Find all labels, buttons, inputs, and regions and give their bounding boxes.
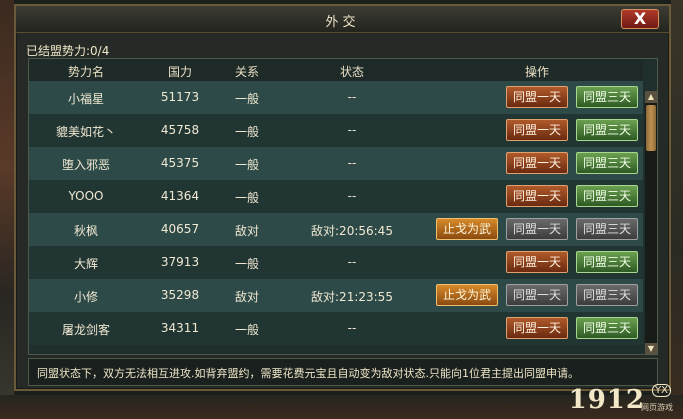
- faction-power: 37913: [160, 255, 200, 269]
- header-power: 国力: [167, 65, 192, 79]
- table-row: 小福星 51173 一般 -- 同盟一天 同盟三天: [29, 81, 643, 114]
- close-button[interactable]: X: [621, 9, 659, 29]
- faction-relation: 敌对: [234, 224, 259, 238]
- faction-status: --: [347, 123, 357, 137]
- table-row: 屠龙剑客 34311 一般 -- 同盟一天 同盟三天: [29, 312, 643, 345]
- faction-name: 大辉: [73, 257, 98, 271]
- table-row: 小修 35298 敌对 敌对:21:23:55 止戈为武 同盟一天 同盟三天: [29, 279, 643, 312]
- table-row: 貔美如花丶 45758 一般 -- 同盟一天 同盟三天: [29, 114, 643, 147]
- faction-status: --: [347, 156, 357, 170]
- faction-relation: 一般: [234, 191, 259, 205]
- ally-three-day-button[interactable]: 同盟三天: [576, 317, 638, 339]
- faction-status: --: [347, 255, 357, 269]
- diplomacy-table: 势力名 国力 关系 状态 操作 小福星 51173 一般 -- 同盟一天 同盟三天 貔美如花…: [28, 58, 658, 355]
- ally-three-day-button[interactable]: 同盟三天: [576, 86, 638, 108]
- faction-power: 34311: [160, 321, 200, 335]
- ally-one-day-button[interactable]: 同盟一天: [506, 86, 568, 108]
- header-relation: 关系: [234, 65, 259, 79]
- faction-power: 51173: [160, 90, 200, 104]
- faction-status: --: [347, 189, 357, 203]
- faction-relation: 敌对: [234, 290, 259, 304]
- faction-status: 敌对:21:23:55: [311, 290, 393, 304]
- faction-name: 貔美如花丶: [55, 125, 116, 139]
- scrollbar-thumb[interactable]: [646, 105, 656, 151]
- ally-three-day-button[interactable]: 同盟三天: [576, 284, 638, 306]
- table-row: 秋枫 40657 敌对 敌对:20:56:45 止戈为武 同盟一天 同盟三天: [29, 213, 643, 246]
- faction-power: 41364: [160, 189, 200, 203]
- logo-subtitle: 网页游戏: [641, 403, 673, 412]
- alliance-count: 已结盟势力:0/4: [26, 44, 110, 58]
- faction-relation: 一般: [234, 125, 259, 139]
- faction-status: --: [347, 90, 357, 104]
- background-left: [0, 0, 14, 419]
- header-faction: 势力名: [67, 65, 104, 79]
- stop-war-button[interactable]: 止戈为武: [436, 284, 498, 306]
- ally-three-day-button[interactable]: 同盟三天: [576, 251, 638, 273]
- faction-name: 秋枫: [73, 224, 98, 238]
- faction-relation: 一般: [234, 92, 259, 106]
- ally-three-day-button[interactable]: 同盟三天: [576, 185, 638, 207]
- ally-one-day-button[interactable]: 同盟一天: [506, 284, 568, 306]
- window-title: 外交: [325, 15, 360, 30]
- faction-power: 35298: [160, 288, 200, 302]
- site-logo: 1912: [568, 385, 645, 415]
- table-header: 势力名 国力 关系 状态 操作: [29, 59, 643, 81]
- ally-three-day-button[interactable]: 同盟三天: [576, 119, 638, 141]
- ally-one-day-button[interactable]: 同盟一天: [506, 218, 568, 240]
- scrollbar[interactable]: ▲ ▼: [645, 91, 657, 354]
- table-row: YOOO 41364 一般 -- 同盟一天 同盟三天: [29, 180, 643, 213]
- background-right: [671, 0, 683, 419]
- faction-name: 小修: [73, 290, 98, 304]
- header-actions: 操作: [524, 65, 549, 79]
- faction-name: 屠龙剑客: [61, 323, 110, 337]
- faction-status: --: [347, 321, 357, 335]
- logo-badge: YX: [652, 384, 671, 397]
- stop-war-button[interactable]: 止戈为武: [436, 218, 498, 240]
- ally-one-day-button[interactable]: 同盟一天: [506, 152, 568, 174]
- faction-name: 小福星: [67, 92, 104, 106]
- faction-status: 敌对:20:56:45: [311, 224, 393, 238]
- faction-power: 45758: [160, 123, 200, 137]
- ally-three-day-button[interactable]: 同盟三天: [576, 218, 638, 240]
- faction-power: 45375: [160, 156, 200, 170]
- faction-relation: 一般: [234, 323, 259, 337]
- header-status: 状态: [339, 65, 364, 79]
- diplomacy-window: 外交 X 已结盟势力:0/4 势力名 国力 关系 状态 操作 小福星 51173 一…: [14, 4, 671, 391]
- title-bar[interactable]: 外交 X: [16, 6, 669, 33]
- alliance-notice: 同盟状态下，双方无法相互进攻.如背弃盟约，需要花费元宝且自动变为敌对状态.只能向…: [28, 358, 658, 386]
- ally-one-day-button[interactable]: 同盟一天: [506, 317, 568, 339]
- table-row: 堕入邪恶 45375 一般 -- 同盟一天 同盟三天: [29, 147, 643, 180]
- faction-name: 堕入邪恶: [61, 158, 110, 172]
- faction-relation: 一般: [234, 158, 259, 172]
- scroll-down-icon[interactable]: ▼: [645, 343, 657, 354]
- ally-one-day-button[interactable]: 同盟一天: [506, 185, 568, 207]
- faction-power: 40657: [160, 222, 200, 236]
- faction-name: YOOO: [68, 189, 104, 203]
- table-row: 大辉 37913 一般 -- 同盟一天 同盟三天: [29, 246, 643, 279]
- ally-one-day-button[interactable]: 同盟一天: [506, 251, 568, 273]
- faction-relation: 一般: [234, 257, 259, 271]
- ally-one-day-button[interactable]: 同盟一天: [506, 119, 568, 141]
- scroll-up-icon[interactable]: ▲: [645, 91, 657, 103]
- ally-three-day-button[interactable]: 同盟三天: [576, 152, 638, 174]
